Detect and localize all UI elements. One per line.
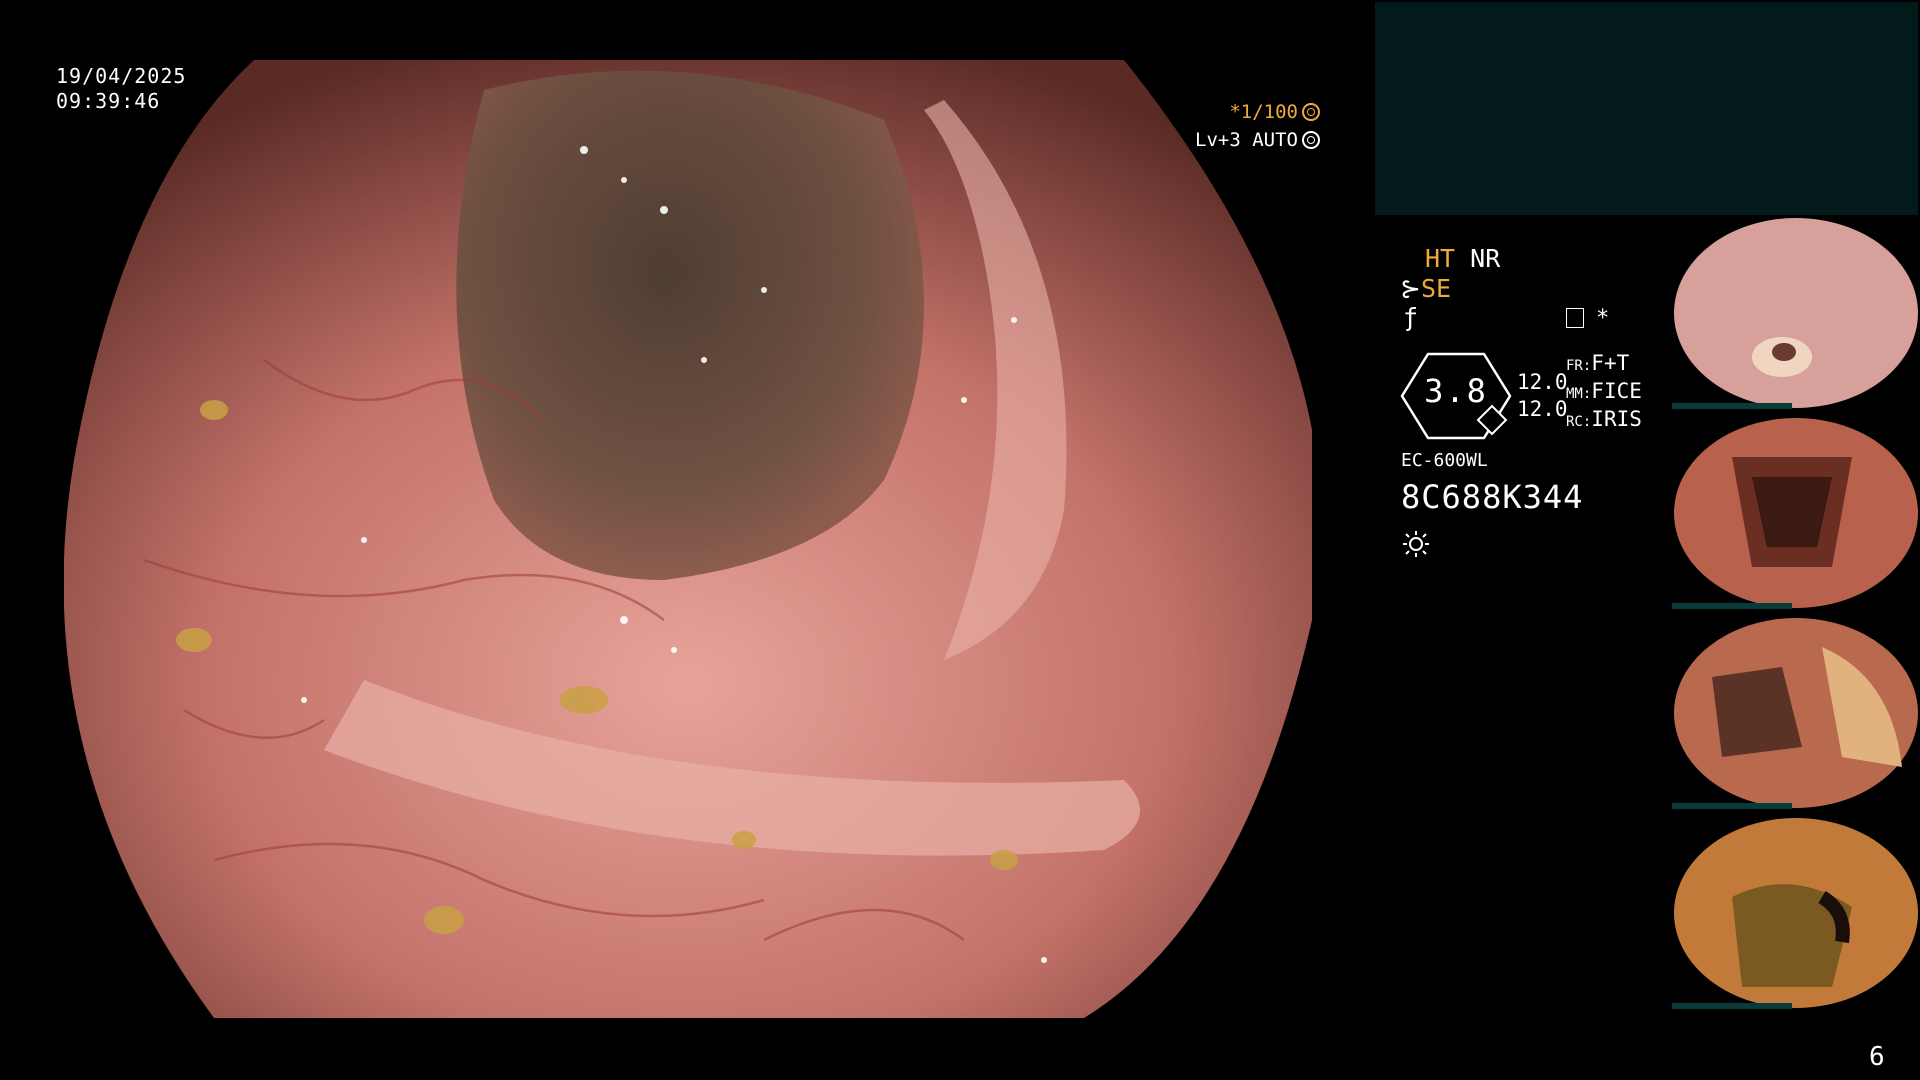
shutter-icon [1302,103,1320,121]
setting-rc-label: RC: [1566,414,1592,430]
ht-label: HT [1425,244,1456,273]
setting-number-1: 12.0 [1517,370,1568,394]
scope-model: EC-600WL [1401,450,1488,471]
setting-rc-value: IRIS [1591,407,1642,431]
ht-nr-line: HT NR [1425,244,1500,273]
level-readout: Lv+3 AUTO [1195,126,1320,154]
scope-serial: 8C688K344 [1401,478,1584,516]
thumbnail-3[interactable] [1672,617,1920,809]
setting-numbers: 12.0 12.0 [1517,369,1568,423]
exposure-overlay: *1/100 Lv+3 AUTO [1195,98,1320,154]
setting-fr: FR:F+T [1566,351,1642,379]
asterisk-indicator: * [1596,306,1610,331]
setting-fr-label: FR: [1566,358,1592,374]
structure-enhance-icon: ⊱ [1400,274,1421,303]
info-header-box [1375,2,1918,215]
setting-mm: MM:FICE [1566,379,1642,407]
setting-mm-value: FICE [1591,379,1642,403]
se-label: SE [1420,274,1452,303]
shutter-value: *1/100 [1229,101,1298,123]
setting-mm-label: MM: [1566,386,1592,402]
iris-icon [1302,131,1320,149]
light-source-icon [1403,531,1429,557]
processing-settings: FR:F+T MM:FICE RC:IRIS [1566,351,1642,435]
level-value: Lv+3 AUTO [1195,129,1298,151]
nr-label: NR [1470,244,1501,273]
se-line: ⊱SE [1400,274,1451,303]
memory-icon [1566,308,1584,328]
thumbnail-4[interactable] [1672,817,1920,1009]
shutter-readout: *1/100 [1195,98,1320,126]
gamma-icon: ƒ [1403,303,1419,332]
setting-number-2: 12.0 [1517,397,1568,421]
setting-fr-value: F+T [1591,351,1630,375]
setting-rc: RC:IRIS [1566,407,1642,435]
endoscopy-main-view [64,60,1312,1018]
page-number: 6 [1869,1042,1885,1072]
thumbnail-2[interactable] [1672,417,1920,609]
record-indicators: * [1566,306,1609,331]
zoom-value: 3.8 [1424,372,1488,410]
thumbnail-1[interactable] [1672,217,1920,409]
